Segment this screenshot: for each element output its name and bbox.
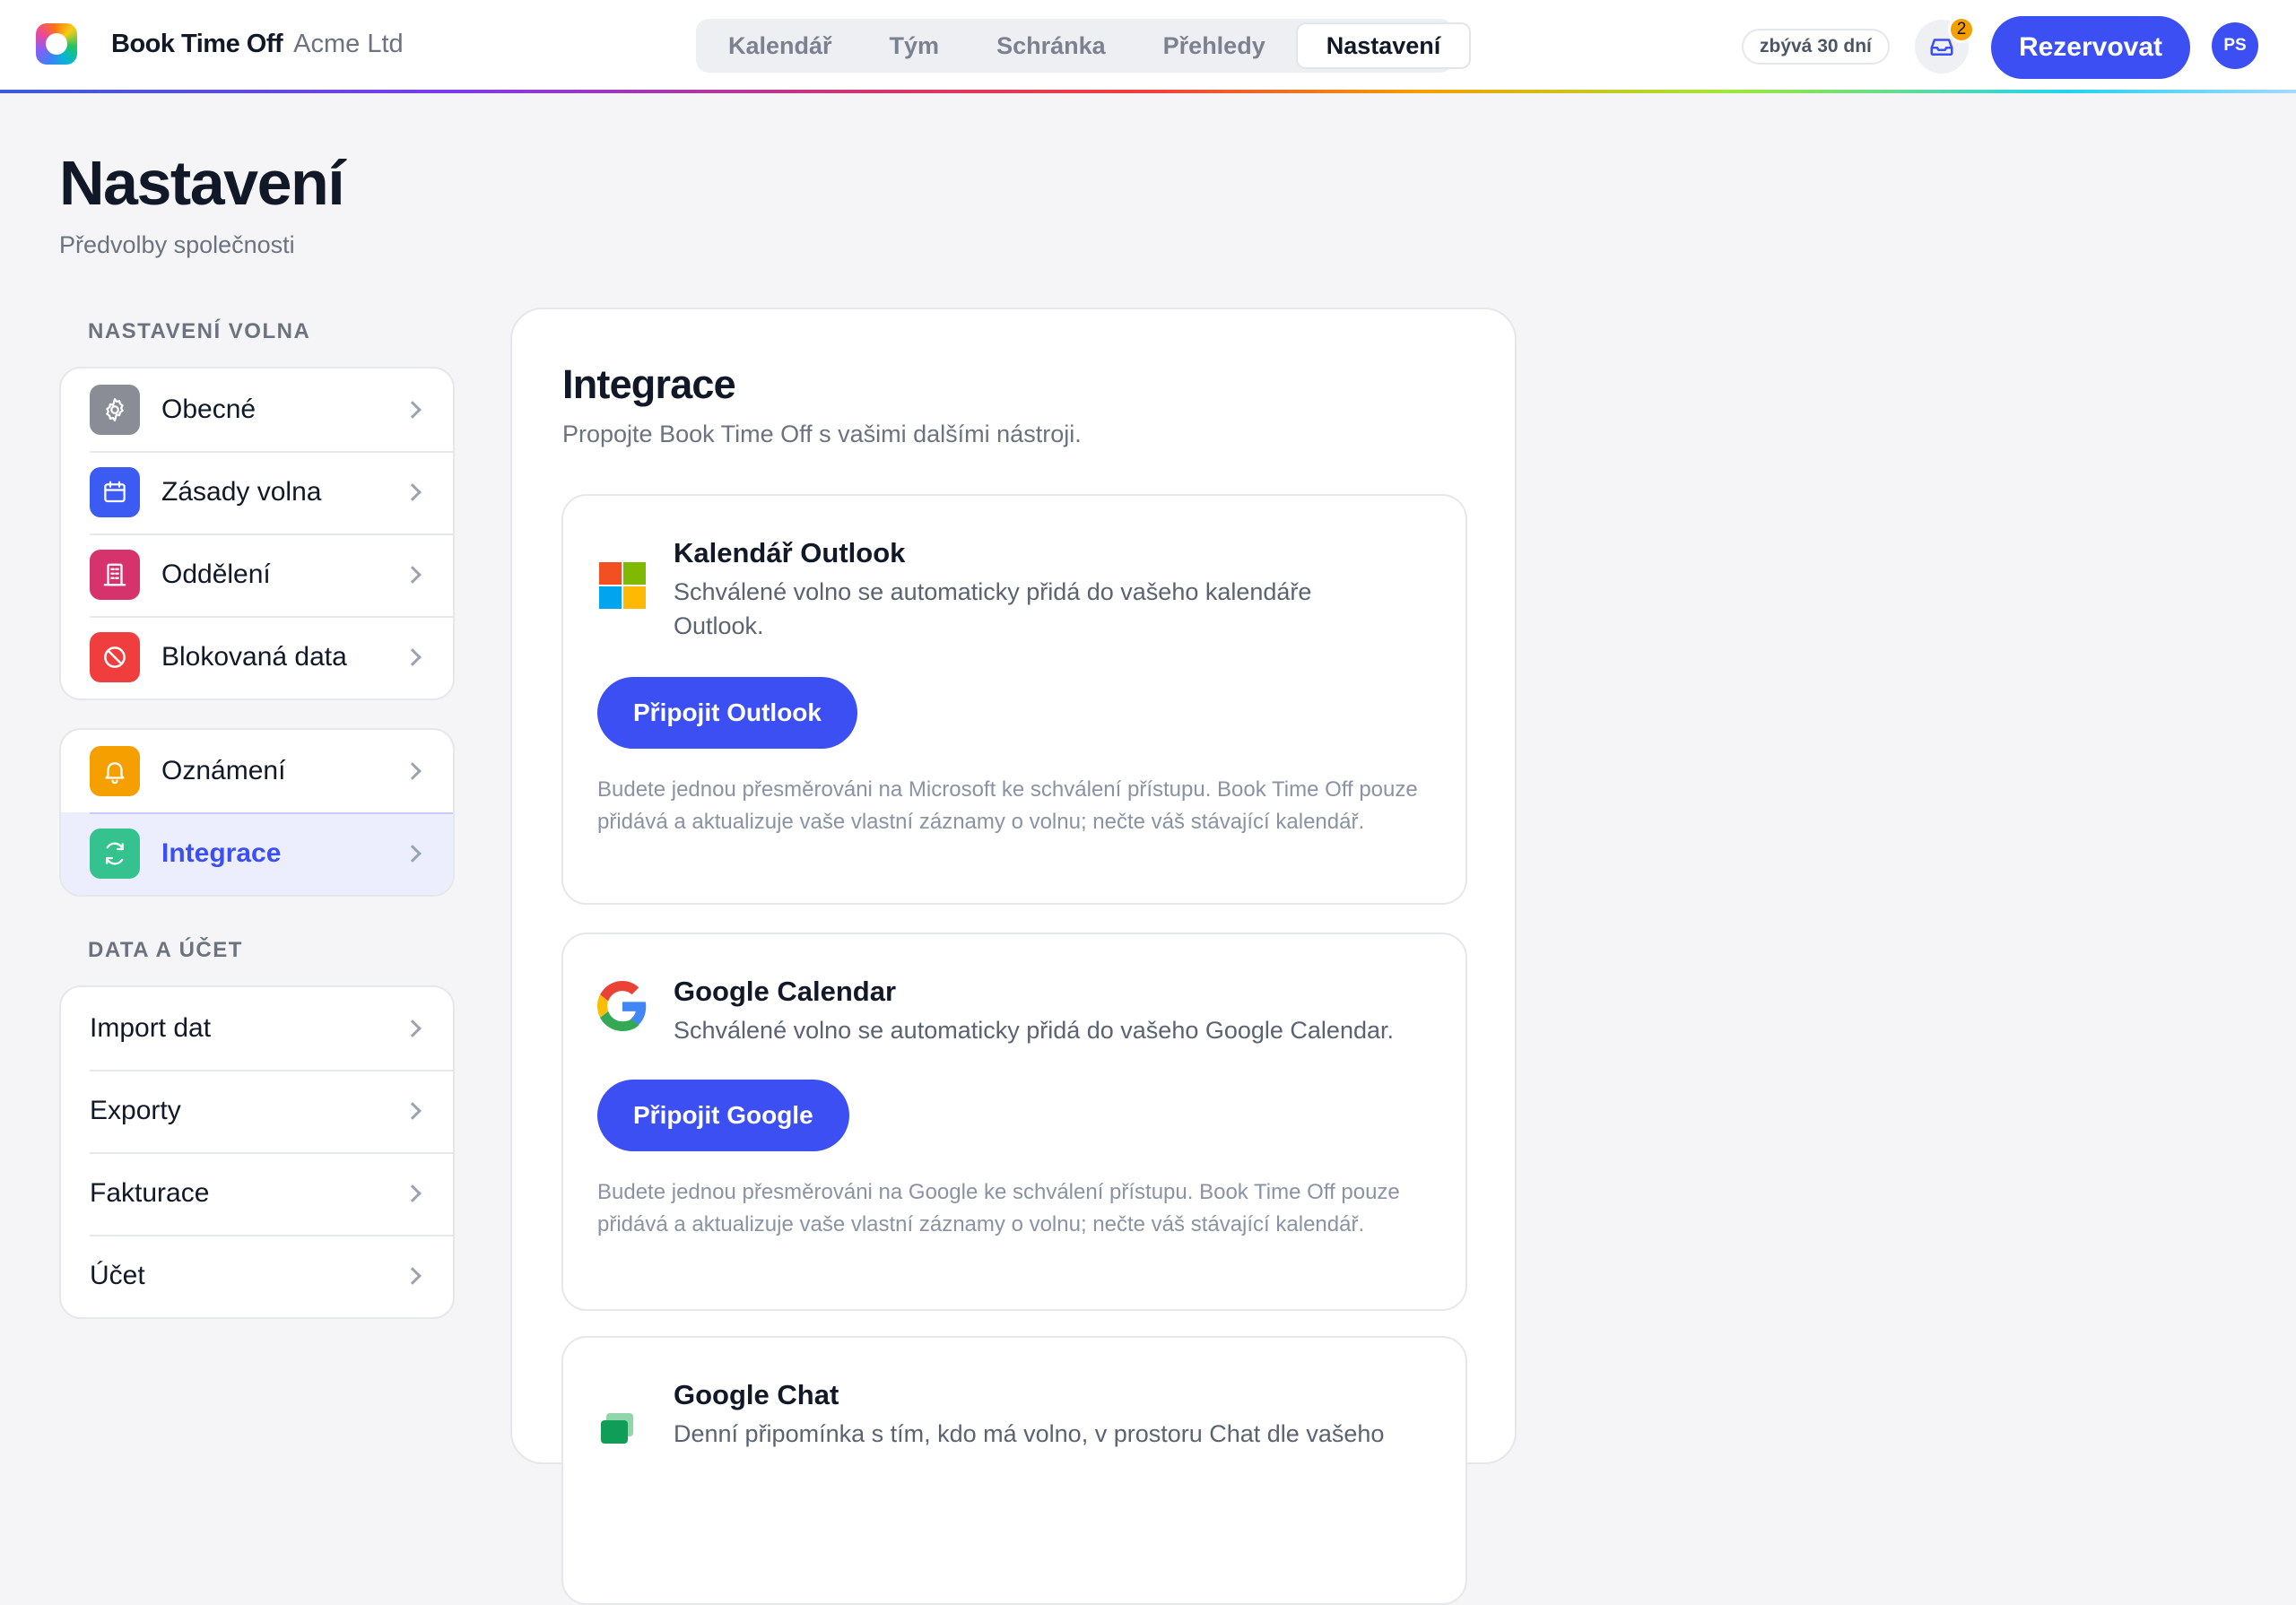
integration-note: Budete jednou přesměrováni na Microsoft …	[597, 777, 1418, 834]
page-subtitle: Předvolby společnosti	[59, 231, 295, 258]
chevron-right-icon	[404, 566, 422, 584]
sidebar-item-label: Zásady volna	[161, 477, 322, 507]
page-title: Nastavení	[59, 148, 345, 218]
connect-outlook-button[interactable]: Připojit Outlook	[597, 677, 857, 749]
blocked-icon	[90, 632, 140, 682]
brand[interactable]: Book Time Off Acme Ltd	[36, 23, 404, 65]
chevron-right-icon	[404, 845, 422, 863]
sidebar-item-label: Blokovaná data	[161, 642, 347, 672]
integration-name: Google Calendar	[674, 976, 897, 1007]
sidebar-section-heading: NASTAVENÍ VOLNA	[88, 319, 311, 343]
panel-subtitle: Propojte Book Time Off s vašimi dalšími …	[562, 421, 1082, 447]
integration-card-google-chat: Google Chat Denní připomínka s tím, kdo …	[561, 1336, 1467, 1605]
integration-card-google-calendar: Google Calendar Schválené volno se autom…	[561, 933, 1467, 1311]
app-name: Book Time Off	[111, 29, 283, 58]
company-name: Acme Ltd	[293, 29, 404, 58]
sidebar-item-label: Integrace	[161, 838, 282, 868]
sidebar-item-label: Fakturace	[90, 1178, 210, 1208]
sidebar-item-leave-policies[interactable]: Zásady volna	[61, 451, 453, 534]
sidebar-item-integrations[interactable]: Integrace	[61, 812, 453, 895]
inbox-count-badge: 2	[1948, 16, 1975, 43]
sidebar-item-label: Exporty	[90, 1096, 181, 1125]
book-button[interactable]: Rezervovat	[1991, 16, 2190, 79]
sidebar-group-data: Import dat Exporty Fakturace Účet	[59, 985, 455, 1319]
sidebar-item-label: Oddělení	[161, 560, 271, 589]
chevron-right-icon	[404, 483, 422, 501]
integration-name: Google Chat	[674, 1379, 839, 1410]
chevron-right-icon	[404, 762, 422, 780]
header-gradient-divider	[0, 90, 2296, 93]
gear-icon	[90, 385, 140, 435]
integration-note: Budete jednou přesměrováni na Google ke …	[597, 1180, 1400, 1236]
sidebar-group-leave: Obecné Zásady volna Oddělení Blokovaná d…	[59, 367, 455, 700]
tab-team[interactable]: Tým	[861, 22, 969, 69]
sidebar-section-heading: DATA A ÚČET	[88, 938, 243, 962]
tab-settings[interactable]: Nastavení	[1295, 22, 1472, 69]
integration-description: Denní připomínka s tím, kdo má volno, v …	[674, 1420, 1385, 1447]
google-icon	[597, 981, 647, 1031]
microsoft-icon	[599, 562, 646, 609]
avatar[interactable]: PS	[2212, 22, 2258, 69]
google-chat-icon	[601, 1413, 633, 1444]
integrations-panel: Integrace Propojte Book Time Off s vašim…	[510, 308, 1517, 1605]
panel-title: Integrace	[562, 361, 736, 407]
chevron-right-icon	[404, 1019, 422, 1037]
integration-description: Schválené volno se automaticky přidá do …	[674, 578, 1312, 639]
sidebar-item-general[interactable]: Obecné	[61, 369, 453, 451]
chevron-right-icon	[404, 401, 422, 419]
chevron-right-icon	[404, 648, 422, 666]
sidebar-item-notifications[interactable]: Oznámení	[61, 730, 453, 812]
connect-google-button[interactable]: Připojit Google	[597, 1080, 849, 1151]
tab-reports[interactable]: Přehledy	[1135, 22, 1294, 69]
top-bar: Book Time Off Acme Ltd Kalendář Tým Schr…	[0, 0, 2296, 93]
sidebar-group-notifications: Oznámení Integrace	[59, 728, 455, 897]
integration-card-outlook: Kalendář Outlook Schválené volno se auto…	[561, 494, 1467, 905]
sidebar-item-billing[interactable]: Fakturace	[61, 1152, 453, 1235]
integration-name: Kalendář Outlook	[674, 537, 906, 568]
trial-badge: zbývá 30 dní	[1742, 29, 1890, 65]
sidebar-item-label: Obecné	[161, 395, 257, 424]
chevron-right-icon	[404, 1184, 422, 1202]
main-nav: Kalendář Tým Schránka Přehledy Nastavení	[696, 19, 1472, 73]
sidebar-item-departments[interactable]: Oddělení	[61, 534, 453, 616]
sidebar-item-label: Oznámení	[161, 756, 286, 785]
sidebar-item-account[interactable]: Účet	[61, 1235, 453, 1317]
tab-inbox[interactable]: Schránka	[968, 22, 1135, 69]
sync-icon	[90, 829, 140, 879]
integration-description: Schválené volno se automaticky přidá do …	[674, 1017, 1394, 1044]
sidebar-item-exports[interactable]: Exporty	[61, 1070, 453, 1152]
bell-icon	[90, 746, 140, 796]
app-logo-icon	[36, 23, 77, 65]
calendar-icon	[90, 467, 140, 517]
sidebar-item-import[interactable]: Import dat	[61, 987, 453, 1070]
sidebar-item-label: Import dat	[90, 1013, 212, 1043]
tab-calendar[interactable]: Kalendář	[700, 22, 861, 69]
sidebar-item-label: Účet	[90, 1261, 145, 1290]
sidebar-item-blocked-dates[interactable]: Blokovaná data	[61, 616, 453, 698]
chevron-right-icon	[404, 1267, 422, 1285]
building-icon	[90, 550, 140, 600]
chevron-right-icon	[404, 1102, 422, 1120]
